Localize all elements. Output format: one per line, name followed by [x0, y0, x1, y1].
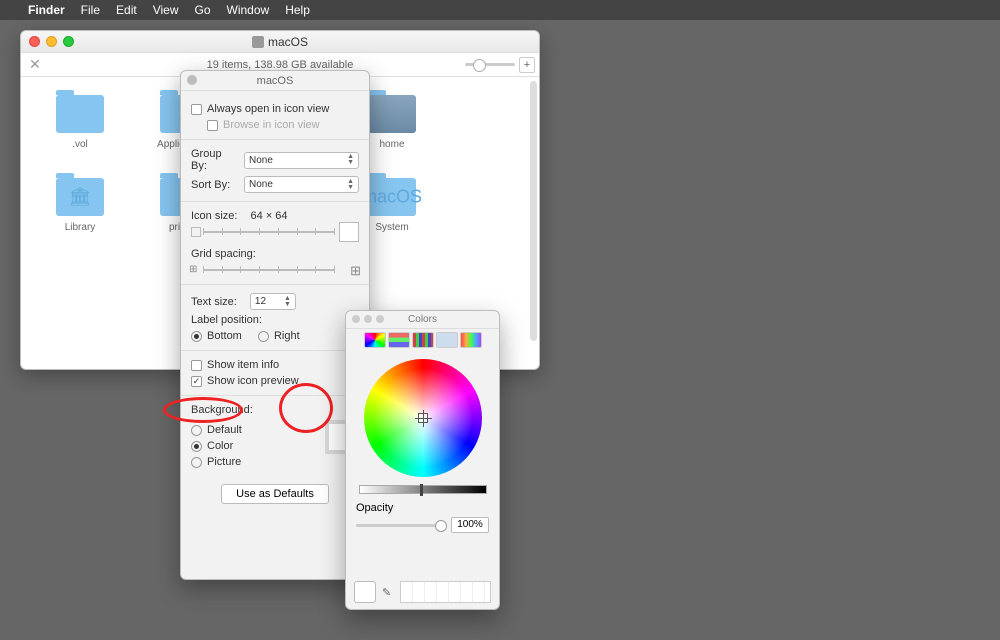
eyedropper-icon[interactable]: ✎ — [382, 586, 394, 598]
panel-min-icon[interactable] — [364, 315, 372, 323]
menu-help[interactable]: Help — [285, 3, 310, 17]
group-by-select[interactable]: None▲▼ — [244, 152, 359, 169]
icon-size-slider[interactable] — [465, 63, 515, 66]
opacity-value-field[interactable]: 100% — [451, 517, 489, 533]
sort-by-select[interactable]: None▲▼ — [244, 176, 359, 193]
colors-titlebar[interactable]: Colors — [346, 311, 499, 329]
opacity-label: Opacity — [356, 502, 489, 514]
view-options-title: macOS — [257, 75, 294, 87]
colors-panel: Colors Opacity 100% ✎ — [345, 310, 500, 610]
browse-icon-view-checkbox — [207, 120, 218, 131]
label-bottom-radio[interactable] — [191, 331, 202, 342]
titlebar[interactable]: macOS — [21, 31, 539, 53]
current-color-swatch[interactable] — [354, 581, 376, 603]
show-icon-preview-label: Show icon preview — [207, 375, 299, 387]
label-position-label: Label position: — [191, 314, 262, 326]
app-menu[interactable]: Finder — [28, 3, 65, 17]
grid-large-icon: ⊞ — [350, 263, 361, 279]
text-size-select[interactable]: 12▲▼ — [250, 293, 296, 310]
status-text: 19 items, 138.98 GB available — [207, 59, 354, 71]
menubar: Finder File Edit View Go Window Help — [0, 0, 1000, 20]
opacity-slider[interactable] — [356, 524, 447, 527]
folder-label: Library — [45, 222, 115, 233]
bg-picture-radio[interactable] — [191, 457, 202, 468]
panel-close-icon[interactable] — [187, 75, 197, 85]
bg-color-radio[interactable] — [191, 441, 202, 452]
show-icon-preview-checkbox[interactable] — [191, 376, 202, 387]
folder-library[interactable]: 🏛 Library — [45, 178, 115, 233]
tab-image-palettes[interactable] — [436, 332, 458, 348]
menu-window[interactable]: Window — [227, 3, 270, 17]
brightness-slider[interactable] — [359, 485, 487, 494]
tab-color-wheel[interactable] — [364, 332, 386, 348]
grid-small-icon: ⊞ — [189, 264, 197, 275]
color-picker-tabs — [346, 329, 499, 351]
colors-title: Colors — [408, 314, 437, 325]
browse-icon-view-label: Browse in icon view — [223, 119, 320, 131]
icon-size-value: 64 × 64 — [251, 210, 288, 222]
close-button[interactable] — [29, 36, 40, 47]
show-item-info-checkbox[interactable] — [191, 360, 202, 371]
group-by-label: Group By: — [191, 148, 239, 172]
large-icon-icon — [339, 222, 359, 242]
small-icon-icon — [191, 227, 201, 237]
menu-file[interactable]: File — [81, 3, 100, 17]
folder-icon — [56, 95, 104, 133]
color-picker-crosshair-icon[interactable] — [418, 413, 428, 423]
close-tab-icon[interactable]: ✕ — [29, 56, 41, 73]
folder-label: .vol — [45, 139, 115, 150]
grid-spacing-label: Grid spacing: — [191, 248, 256, 260]
saved-swatches[interactable] — [400, 581, 491, 603]
icon-size-label: Icon size: — [191, 210, 237, 222]
folder-icon: macOS — [368, 178, 416, 216]
view-options-titlebar[interactable]: macOS — [181, 71, 369, 91]
panel-zoom-icon[interactable] — [376, 315, 384, 323]
use-as-defaults-button[interactable]: Use as Defaults — [221, 484, 329, 504]
add-button[interactable]: + — [519, 57, 535, 73]
bg-color-text: Color — [207, 440, 233, 452]
text-size-label: Text size: — [191, 296, 237, 308]
folder-icon — [368, 95, 416, 133]
label-right-radio[interactable] — [258, 331, 269, 342]
label-bottom-text: Bottom — [207, 330, 242, 342]
sort-by-label: Sort By: — [191, 179, 239, 191]
bg-picture-text: Picture — [207, 456, 241, 468]
view-options-panel: macOS Always open in icon view Browse in… — [180, 70, 370, 580]
folder-vol[interactable]: .vol — [45, 95, 115, 150]
window-title: macOS — [268, 35, 308, 49]
icon-size-slider-row[interactable] — [191, 226, 359, 238]
tab-color-sliders[interactable] — [388, 332, 410, 348]
menu-go[interactable]: Go — [195, 3, 211, 17]
grid-spacing-slider[interactable]: ⊞⊞ — [191, 264, 359, 276]
scrollbar[interactable] — [530, 81, 537, 341]
zoom-button[interactable] — [63, 36, 74, 47]
always-icon-view-label: Always open in icon view — [207, 103, 329, 115]
menu-view[interactable]: View — [153, 3, 179, 17]
bg-default-radio[interactable] — [191, 425, 202, 436]
tab-color-palettes[interactable] — [412, 332, 434, 348]
bg-default-text: Default — [207, 424, 242, 436]
always-icon-view-checkbox[interactable] — [191, 104, 202, 115]
menu-edit[interactable]: Edit — [116, 3, 137, 17]
show-item-info-label: Show item info — [207, 359, 279, 371]
minimize-button[interactable] — [46, 36, 57, 47]
folder-icon: 🏛 — [56, 178, 104, 216]
disk-icon — [252, 36, 264, 48]
label-right-text: Right — [274, 330, 300, 342]
panel-close-icon[interactable] — [352, 315, 360, 323]
background-label: Background: — [191, 404, 253, 416]
color-wheel[interactable] — [364, 359, 482, 477]
tab-crayons[interactable] — [460, 332, 482, 348]
